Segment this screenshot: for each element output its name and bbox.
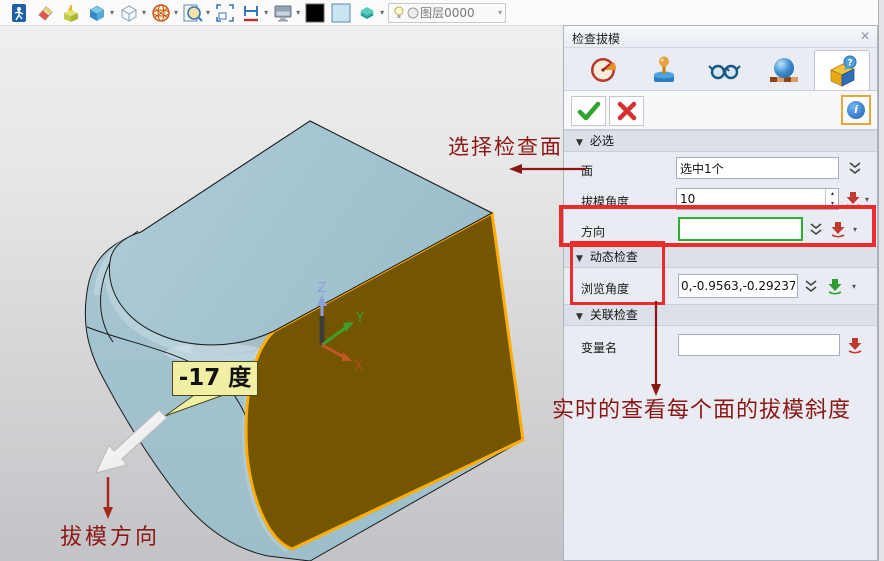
extrude-box-icon[interactable]	[60, 2, 82, 24]
black-swatch[interactable]	[304, 2, 326, 24]
layer-combo-value: 图层0000	[420, 4, 498, 21]
axis-x-label: X	[354, 359, 363, 374]
collapse-icon: ▼	[576, 138, 583, 148]
3d-scene: Z Y X	[0, 0, 563, 561]
svg-text:?: ?	[847, 58, 852, 68]
caret-icon[interactable]: ▾	[174, 8, 178, 17]
collapse-icon: ▼	[576, 312, 583, 322]
draft-angle-input[interactable]	[676, 188, 839, 210]
axis-z-label: Z	[318, 281, 327, 296]
face-input[interactable]	[676, 157, 839, 179]
caret-icon[interactable]: ▾	[110, 8, 114, 17]
window-edge	[878, 0, 884, 561]
browse-angle-input[interactable]	[678, 274, 798, 298]
caret-icon[interactable]: ▾	[853, 225, 857, 234]
walk-person-icon[interactable]	[8, 2, 30, 24]
collapse-icon: ▼	[576, 254, 583, 264]
blue-swatch[interactable]	[330, 2, 352, 24]
tab-glasses[interactable]	[696, 50, 752, 90]
sheen	[165, 343, 265, 363]
section-dynamic[interactable]: ▼ 动态检查	[564, 246, 877, 268]
joystick-icon	[648, 54, 680, 86]
tab-joystick[interactable]	[636, 50, 692, 90]
caret-icon[interactable]: ▾	[852, 282, 856, 291]
variable-name-label: 变量名	[581, 339, 617, 356]
face-row: 面	[564, 154, 877, 184]
caret-icon[interactable]: ▾	[264, 8, 268, 17]
spinner-down-icon[interactable]: ▾	[826, 199, 839, 209]
import-value-icon-red[interactable]	[844, 190, 862, 208]
angle-callout: -17 度	[172, 361, 258, 396]
import-value-icon-red[interactable]	[846, 336, 864, 354]
double-chevron-icon[interactable]	[807, 222, 825, 238]
wireframe-sphere-icon[interactable]	[150, 2, 172, 24]
zoom-circle-icon[interactable]	[182, 2, 204, 24]
double-chevron-icon[interactable]	[802, 279, 820, 295]
draft-angle-row: 拔模角度 ▴ ▾ ▾	[564, 185, 877, 215]
browse-angle-label: 浏览角度	[581, 280, 629, 297]
x-icon	[616, 100, 638, 122]
glasses-icon	[707, 54, 741, 86]
import-value-icon-red[interactable]	[829, 220, 847, 238]
main-toolbar: ▾ ▾ ▾ ▾ ▾ ▾ ▾ 图层0000 ▾	[0, 0, 884, 26]
section-associated-title: 关联检查	[590, 308, 638, 322]
tab-draft-check[interactable]: ?	[814, 50, 870, 90]
panel-tabs: ?	[564, 48, 877, 90]
direction-input[interactable]	[678, 217, 803, 241]
variable-name-input[interactable]	[678, 334, 840, 356]
caret-icon[interactable]: ▾	[142, 8, 146, 17]
variable-name-row: 变量名	[564, 331, 877, 361]
zoom-window-icon[interactable]	[214, 2, 236, 24]
direction-label: 方向	[581, 223, 605, 240]
axis-y-label: Y	[355, 311, 364, 326]
spinner-up-icon[interactable]: ▴	[826, 189, 839, 199]
wireframe-cube-icon[interactable]	[118, 2, 140, 24]
layer-stack-icon[interactable]	[356, 2, 378, 24]
caret-icon[interactable]: ▾	[865, 195, 869, 204]
sphere-icon	[768, 54, 800, 86]
measure-icon[interactable]	[240, 2, 262, 24]
gauge-icon	[588, 54, 620, 86]
panel-button-row: i	[564, 90, 877, 130]
double-chevron-icon[interactable]	[846, 161, 864, 177]
display-monitor-icon[interactable]	[272, 2, 294, 24]
close-icon[interactable]: ✕	[860, 29, 870, 43]
bulb-icon	[392, 5, 406, 21]
cad-app-window: { "glyphs": {"caret":"▾","spinner_up":"▴…	[0, 0, 884, 561]
section-required[interactable]: ▼ 必选	[564, 130, 877, 152]
face-label: 面	[581, 162, 593, 179]
ok-button[interactable]	[571, 96, 606, 126]
layer-combo[interactable]: 图层0000 ▾	[388, 3, 506, 23]
caret-icon[interactable]: ▾	[206, 8, 210, 17]
tab-sphere[interactable]	[756, 50, 812, 90]
info-icon: i	[847, 101, 865, 119]
chevron-down-icon[interactable]: ▾	[498, 8, 502, 17]
info-button[interactable]: i	[841, 95, 871, 125]
browse-angle-row: 浏览角度 ▾	[564, 272, 877, 302]
check-icon	[577, 100, 601, 122]
draft-angle-label: 拔模角度	[581, 193, 629, 210]
caret-icon[interactable]: ▾	[380, 8, 384, 17]
import-value-icon-green[interactable]	[826, 277, 844, 295]
draft-direction-pointer	[103, 477, 113, 519]
section-required-title: 必选	[590, 134, 614, 148]
section-dynamic-title: 动态检查	[590, 250, 638, 264]
tab-gauge[interactable]	[576, 50, 632, 90]
eraser-icon[interactable]	[34, 2, 56, 24]
caret-icon[interactable]: ▾	[296, 8, 300, 17]
draft-check-panel: 检查拔模 ✕ ? i ▼ 必选 面	[563, 25, 878, 561]
direction-row: 方向 ▾	[564, 215, 877, 245]
cancel-button[interactable]	[609, 96, 644, 126]
panel-title: 检查拔模	[564, 26, 877, 48]
angle-spinner[interactable]: ▴ ▾	[825, 189, 839, 209]
section-associated[interactable]: ▼ 关联检查	[564, 304, 877, 326]
circle-icon	[406, 5, 420, 21]
shaded-cube-icon[interactable]	[86, 2, 108, 24]
draft-check-icon: ?	[825, 54, 859, 88]
